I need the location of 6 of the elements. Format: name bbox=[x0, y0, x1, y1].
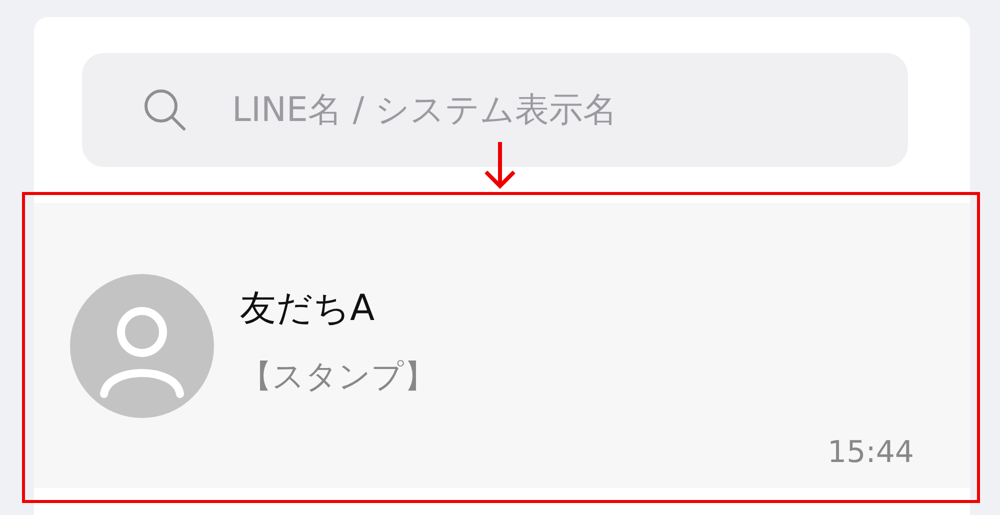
chat-list-item[interactable]: 友だちA 【スタンプ】 15:44 bbox=[34, 203, 970, 488]
avatar-icon bbox=[70, 274, 214, 418]
message-preview: 【スタンプ】 bbox=[240, 356, 436, 397]
contact-name: 友だちA bbox=[240, 287, 376, 331]
message-time: 15:44 bbox=[828, 435, 914, 470]
search-field[interactable]: LINE名 / システム表示名 bbox=[82, 53, 908, 167]
